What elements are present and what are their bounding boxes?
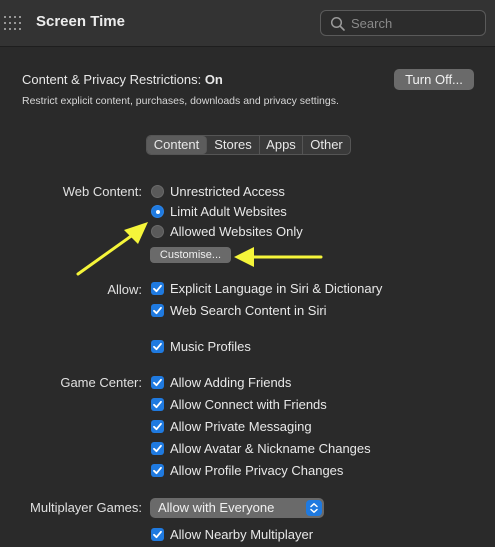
tab-bar: Content Stores Apps Other — [146, 135, 351, 155]
radio-unrestricted-access[interactable] — [151, 185, 164, 198]
checkbox-profile-privacy-changes[interactable] — [151, 464, 164, 477]
radio-label-limit-adult-websites: Limit Adult Websites — [170, 204, 287, 219]
checkmark-icon — [153, 444, 162, 453]
window-title: Screen Time — [36, 13, 125, 30]
checkbox-label-web-search-content: Web Search Content in Siri — [170, 303, 327, 318]
arrow-to-customise-button-icon — [234, 247, 323, 267]
arrow-to-limit-adult-websites-icon — [76, 222, 148, 276]
radio-allowed-websites-only[interactable] — [151, 225, 164, 238]
radio-limit-adult-websites[interactable] — [151, 205, 164, 218]
checkbox-avatar-nickname-changes[interactable] — [151, 442, 164, 455]
multiplayer-games-select[interactable]: Allow with Everyone — [150, 498, 324, 518]
checkmark-icon — [153, 466, 162, 475]
checkbox-label-music-profiles: Music Profiles — [170, 339, 251, 354]
checkbox-label-avatar-nickname-changes: Allow Avatar & Nickname Changes — [170, 441, 371, 456]
customise-button[interactable]: Customise... — [150, 247, 231, 263]
checkbox-music-profiles[interactable] — [151, 340, 164, 353]
checkmark-icon — [153, 306, 162, 315]
show-all-grid-icon[interactable] — [4, 16, 21, 30]
restrictions-title-label: Content & Privacy Restrictions: — [22, 72, 202, 87]
allow-label: Allow: — [107, 282, 142, 297]
checkbox-label-connect-with-friends: Allow Connect with Friends — [170, 397, 327, 412]
web-content-label: Web Content: — [62, 184, 142, 199]
checkmark-icon — [153, 400, 162, 409]
checkbox-web-search-content[interactable] — [151, 304, 164, 317]
checkbox-label-nearby-multiplayer: Allow Nearby Multiplayer — [170, 527, 314, 542]
checkmark-icon — [153, 422, 162, 431]
radio-label-allowed-websites-only: Allowed Websites Only — [170, 224, 303, 239]
tab-apps[interactable]: Apps — [260, 136, 303, 154]
game-center-label: Game Center: — [60, 375, 142, 390]
checkbox-label-explicit-language: Explicit Language in Siri & Dictionary — [170, 281, 383, 296]
restrictions-description: Restrict explicit content, purchases, do… — [22, 95, 339, 107]
radio-label-unrestricted-access: Unrestricted Access — [170, 184, 285, 199]
checkbox-connect-with-friends[interactable] — [151, 398, 164, 411]
checkbox-label-profile-privacy-changes: Allow Profile Privacy Changes — [170, 463, 344, 478]
multiplayer-games-value: Allow with Everyone — [158, 500, 275, 515]
tab-stores[interactable]: Stores — [207, 136, 260, 154]
checkmark-icon — [153, 378, 162, 387]
checkbox-nearby-multiplayer[interactable] — [151, 528, 164, 541]
updown-chevron-icon — [306, 500, 322, 516]
search-field[interactable] — [320, 10, 486, 36]
checkbox-adding-friends[interactable] — [151, 376, 164, 389]
checkmark-icon — [153, 342, 162, 351]
checkbox-explicit-language[interactable] — [151, 282, 164, 295]
checkmark-icon — [153, 284, 162, 293]
search-icon — [330, 16, 345, 31]
tab-content[interactable]: Content — [147, 136, 207, 154]
checkbox-label-adding-friends: Allow Adding Friends — [170, 375, 292, 390]
multiplayer-games-label: Multiplayer Games: — [30, 500, 142, 515]
checkbox-private-messaging[interactable] — [151, 420, 164, 433]
toolbar: Screen Time — [0, 0, 495, 47]
turn-off-button[interactable]: Turn Off... — [394, 69, 474, 90]
checkmark-icon — [153, 530, 162, 539]
checkbox-label-private-messaging: Allow Private Messaging — [170, 419, 312, 434]
search-input[interactable] — [351, 14, 479, 32]
tab-other[interactable]: Other — [303, 136, 350, 154]
restrictions-status: On — [204, 72, 223, 87]
restrictions-title: Content & Privacy Restrictions: On — [22, 72, 223, 87]
